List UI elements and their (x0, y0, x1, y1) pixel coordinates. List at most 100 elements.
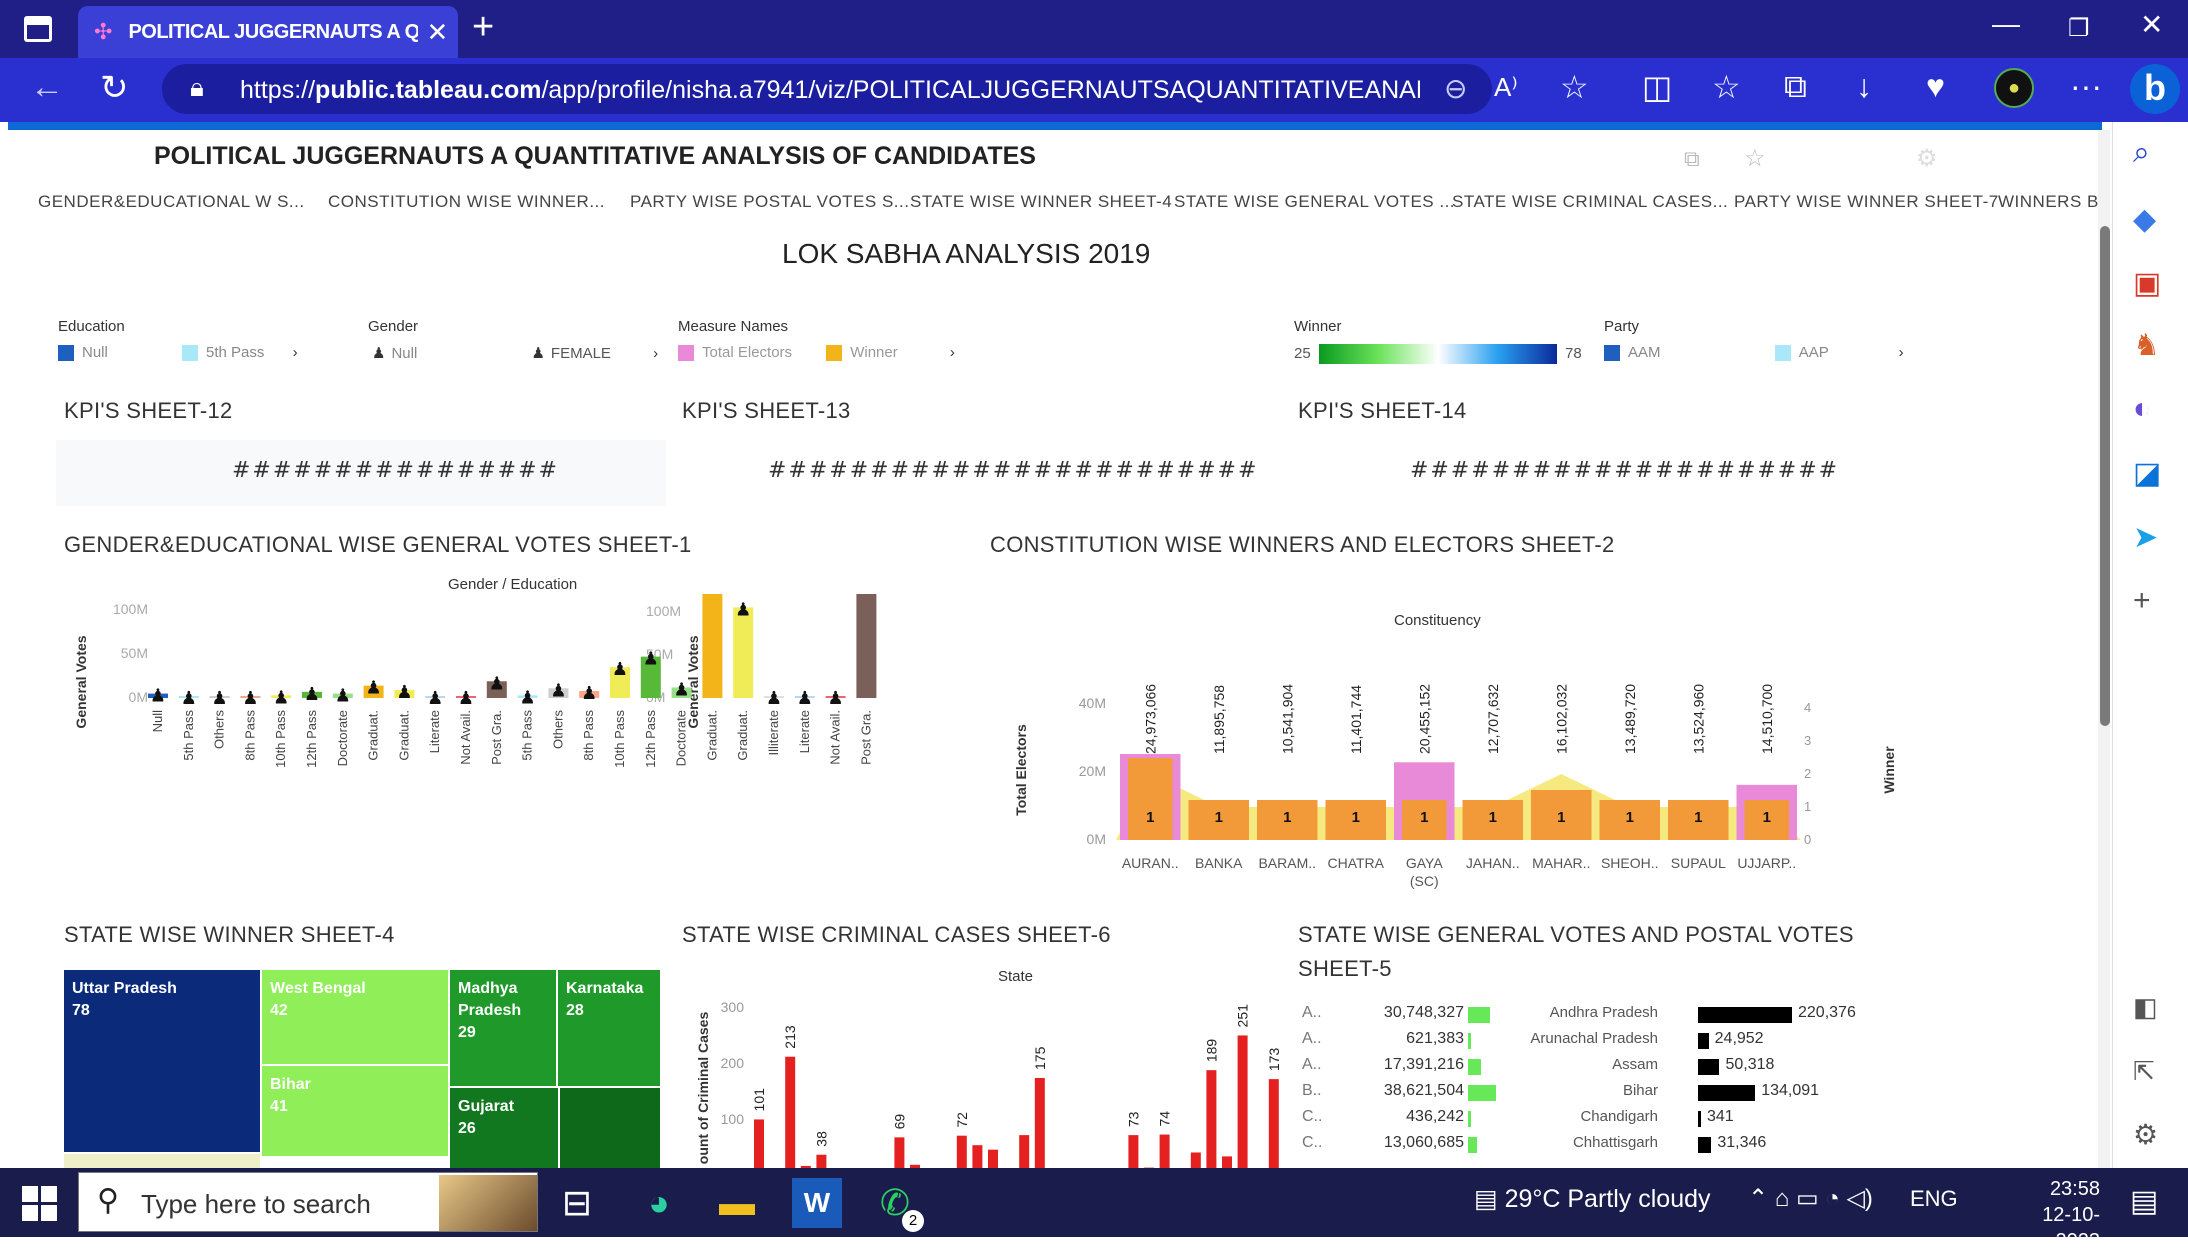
sheet6-bar[interactable] (1128, 1135, 1138, 1168)
legend-next-icon[interactable]: › (293, 344, 298, 361)
sheet-tab-4[interactable]: STATE WISE WINNER SHEET-4 (910, 192, 1172, 212)
sheet-tab-2[interactable]: CONSTITUTION WISE WINNER... (328, 192, 605, 212)
add-icon[interactable]: + (2133, 584, 2151, 618)
sheet-tab-6[interactable]: STATE WISE CRIMINAL CASES... (1452, 192, 1728, 212)
sheet6-bar[interactable] (972, 1145, 982, 1168)
browser-essentials-icon[interactable]: ♥ (1926, 68, 1945, 105)
treemap-cell[interactable]: Karnataka28 (558, 970, 660, 1086)
split-screen-icon[interactable]: ◫ (1642, 68, 1672, 106)
task-view-icon[interactable]: ⊟ (552, 1178, 602, 1228)
favorite-viz-icon[interactable]: ☆ (1744, 144, 1766, 173)
sheet6-bar[interactable] (785, 1057, 795, 1168)
taskbar-search[interactable]: ⚲ Type here to search (78, 1172, 538, 1232)
treemap-cell[interactable] (64, 1154, 260, 1168)
copilot-icon[interactable]: ◐ (2133, 392, 2151, 426)
sheet5-general-bar[interactable] (1468, 1033, 1471, 1049)
settings-viz-icon[interactable]: ⚙ (1916, 144, 1938, 173)
read-aloud-icon[interactable]: A⁾ (1494, 72, 1518, 103)
minimize-icon[interactable]: — (1992, 8, 2020, 40)
sheet6-bar[interactable] (1269, 1079, 1279, 1168)
close-tab-icon[interactable]: ✕ (426, 17, 448, 48)
sheet-tab-7[interactable]: PARTY WISE WINNER SHEET-7 (1734, 192, 1999, 212)
sheet6-bar[interactable] (816, 1155, 826, 1168)
legend-item[interactable]: 5th Pass (206, 344, 264, 361)
sheet6-bar[interactable] (1035, 1078, 1045, 1168)
sheet5-postal-bar[interactable] (1698, 1059, 1719, 1075)
sheet6-bar[interactable] (894, 1137, 904, 1168)
sheet-tab-8[interactable]: WINNERS BY EI (1998, 192, 2102, 212)
sheet6-bar[interactable] (1206, 1070, 1216, 1168)
sheet5-general-bar[interactable] (1468, 1137, 1477, 1153)
legend-item[interactable]: AAP (1799, 344, 1829, 361)
legend-next-icon[interactable]: › (653, 345, 658, 362)
browser-tab[interactable]: ✣ POLITICAL JUGGERNAUTS A QU/ ✕ (78, 6, 458, 58)
send-icon[interactable]: ➤ (2133, 520, 2158, 555)
refresh-icon[interactable]: ↻ (100, 68, 129, 108)
more-menu-icon[interactable]: ··· (2070, 68, 2102, 105)
sheet6-bar[interactable] (1222, 1156, 1232, 1168)
lock-icon[interactable]: 🔒︎ (190, 72, 204, 104)
sheet2-chart[interactable]: 0M20M40M01234Total ElectorsWinner124,973… (988, 630, 1908, 900)
sheet5-general-bar[interactable] (1468, 1085, 1496, 1101)
notifications-icon[interactable]: ▤ (2130, 1184, 2158, 1219)
sheet5-postal-bar[interactable] (1698, 1137, 1711, 1153)
sheet6-bar[interactable] (754, 1119, 764, 1168)
collections-icon[interactable]: ⧉ (1784, 68, 1807, 106)
language-indicator[interactable]: ENG (1910, 1186, 1958, 1212)
sheet5-general-bar[interactable] (1468, 1007, 1490, 1023)
edge-icon[interactable]: ◕ (634, 1178, 684, 1228)
sheet1-bar[interactable] (856, 594, 876, 698)
treemap-cell[interactable] (560, 1088, 660, 1168)
outlook-icon[interactable]: ◪ (2133, 456, 2161, 491)
search-icon[interactable]: ⌕ (2133, 136, 2150, 170)
legend-item[interactable]: Null (82, 344, 108, 361)
favorite-icon[interactable]: ☆ (1560, 68, 1589, 106)
external-link-icon[interactable]: ⇱ (2133, 1056, 2155, 1087)
bing-chat-icon[interactable]: b (2130, 64, 2180, 114)
legend-item[interactable]: FEMALE (551, 345, 611, 362)
tools-icon[interactable]: ▣ (2133, 266, 2161, 301)
sheet6-bar[interactable] (988, 1150, 998, 1168)
sidebar-toggle-icon[interactable]: ◧ (2133, 992, 2158, 1023)
shopping-icon[interactable]: ◆ (2133, 202, 2156, 237)
legend-next-icon[interactable]: › (1899, 344, 1904, 361)
download-icon[interactable]: ↓ (1856, 68, 1872, 105)
fullscreen-icon[interactable]: ⧉ (1684, 146, 1700, 172)
sheet6-bar[interactable] (1160, 1135, 1170, 1168)
system-tray[interactable]: ⌃ ⌂ ▭ ◔ ◁) (1748, 1184, 1873, 1213)
sheet6-chart[interactable]: 100200300ount of Criminal Cases101213386… (684, 988, 1304, 1168)
back-icon[interactable]: ← (30, 68, 64, 107)
sheet1-chart[interactable]: NFEMALEMALE0M50M100M0M50M100M150MGeneral… (48, 594, 928, 874)
clock[interactable]: 23:5812-10-2023 (2000, 1176, 2100, 1254)
new-tab-icon[interactable]: + (472, 6, 494, 49)
file-explorer-icon[interactable]: ▬ (712, 1178, 762, 1228)
sheet5-postal-bar[interactable] (1698, 1007, 1792, 1023)
scrollbar-thumb[interactable] (2100, 226, 2110, 726)
sheet6-bar[interactable] (1238, 1035, 1248, 1168)
sheet5-general-bar[interactable] (1468, 1111, 1471, 1127)
treemap-cell[interactable]: Gujarat26 (450, 1088, 558, 1168)
address-bar[interactable]: 🔒︎ https://public.tableau.com/app/profil… (162, 64, 1492, 114)
sheet-tab-3[interactable]: PARTY WISE POSTAL VOTES S... (630, 192, 909, 212)
sheet1-bar[interactable] (702, 594, 722, 698)
sheet1-bar[interactable] (733, 607, 753, 698)
profile-avatar[interactable]: ● (1994, 68, 2034, 108)
url-text[interactable]: https://public.tableau.com/app/profile/n… (240, 76, 1420, 105)
legend-item[interactable]: Total Electors (702, 344, 792, 361)
zoom-out-icon[interactable]: ⊖ (1444, 72, 1467, 105)
treemap-cell[interactable]: Madhya Pradesh29 (450, 970, 556, 1086)
sheet4-treemap[interactable]: Uttar Pradesh78West Bengal42Madhya Prade… (64, 970, 660, 1168)
sheet-tab-1[interactable]: GENDER&EDUCATIONAL W S... (38, 192, 305, 212)
sheet6-bar[interactable] (1019, 1135, 1029, 1168)
weather-widget[interactable]: ▤ 29°C Partly cloudy (1474, 1184, 1711, 1214)
sheet5-postal-bar[interactable] (1698, 1033, 1709, 1049)
sheet6-bar[interactable] (1191, 1152, 1201, 1168)
sheet5-postal-bar[interactable] (1698, 1111, 1701, 1127)
treemap-cell[interactable]: Uttar Pradesh78 (64, 970, 260, 1152)
treemap-cell[interactable]: West Bengal42 (262, 970, 448, 1064)
sheet6-bar[interactable] (957, 1136, 967, 1168)
settings-icon[interactable]: ⚙ (2133, 1118, 2158, 1151)
sheet5-general-bar[interactable] (1468, 1059, 1481, 1075)
restore-icon[interactable]: ❐ (2068, 14, 2090, 43)
window-menu-icon[interactable] (24, 16, 52, 42)
